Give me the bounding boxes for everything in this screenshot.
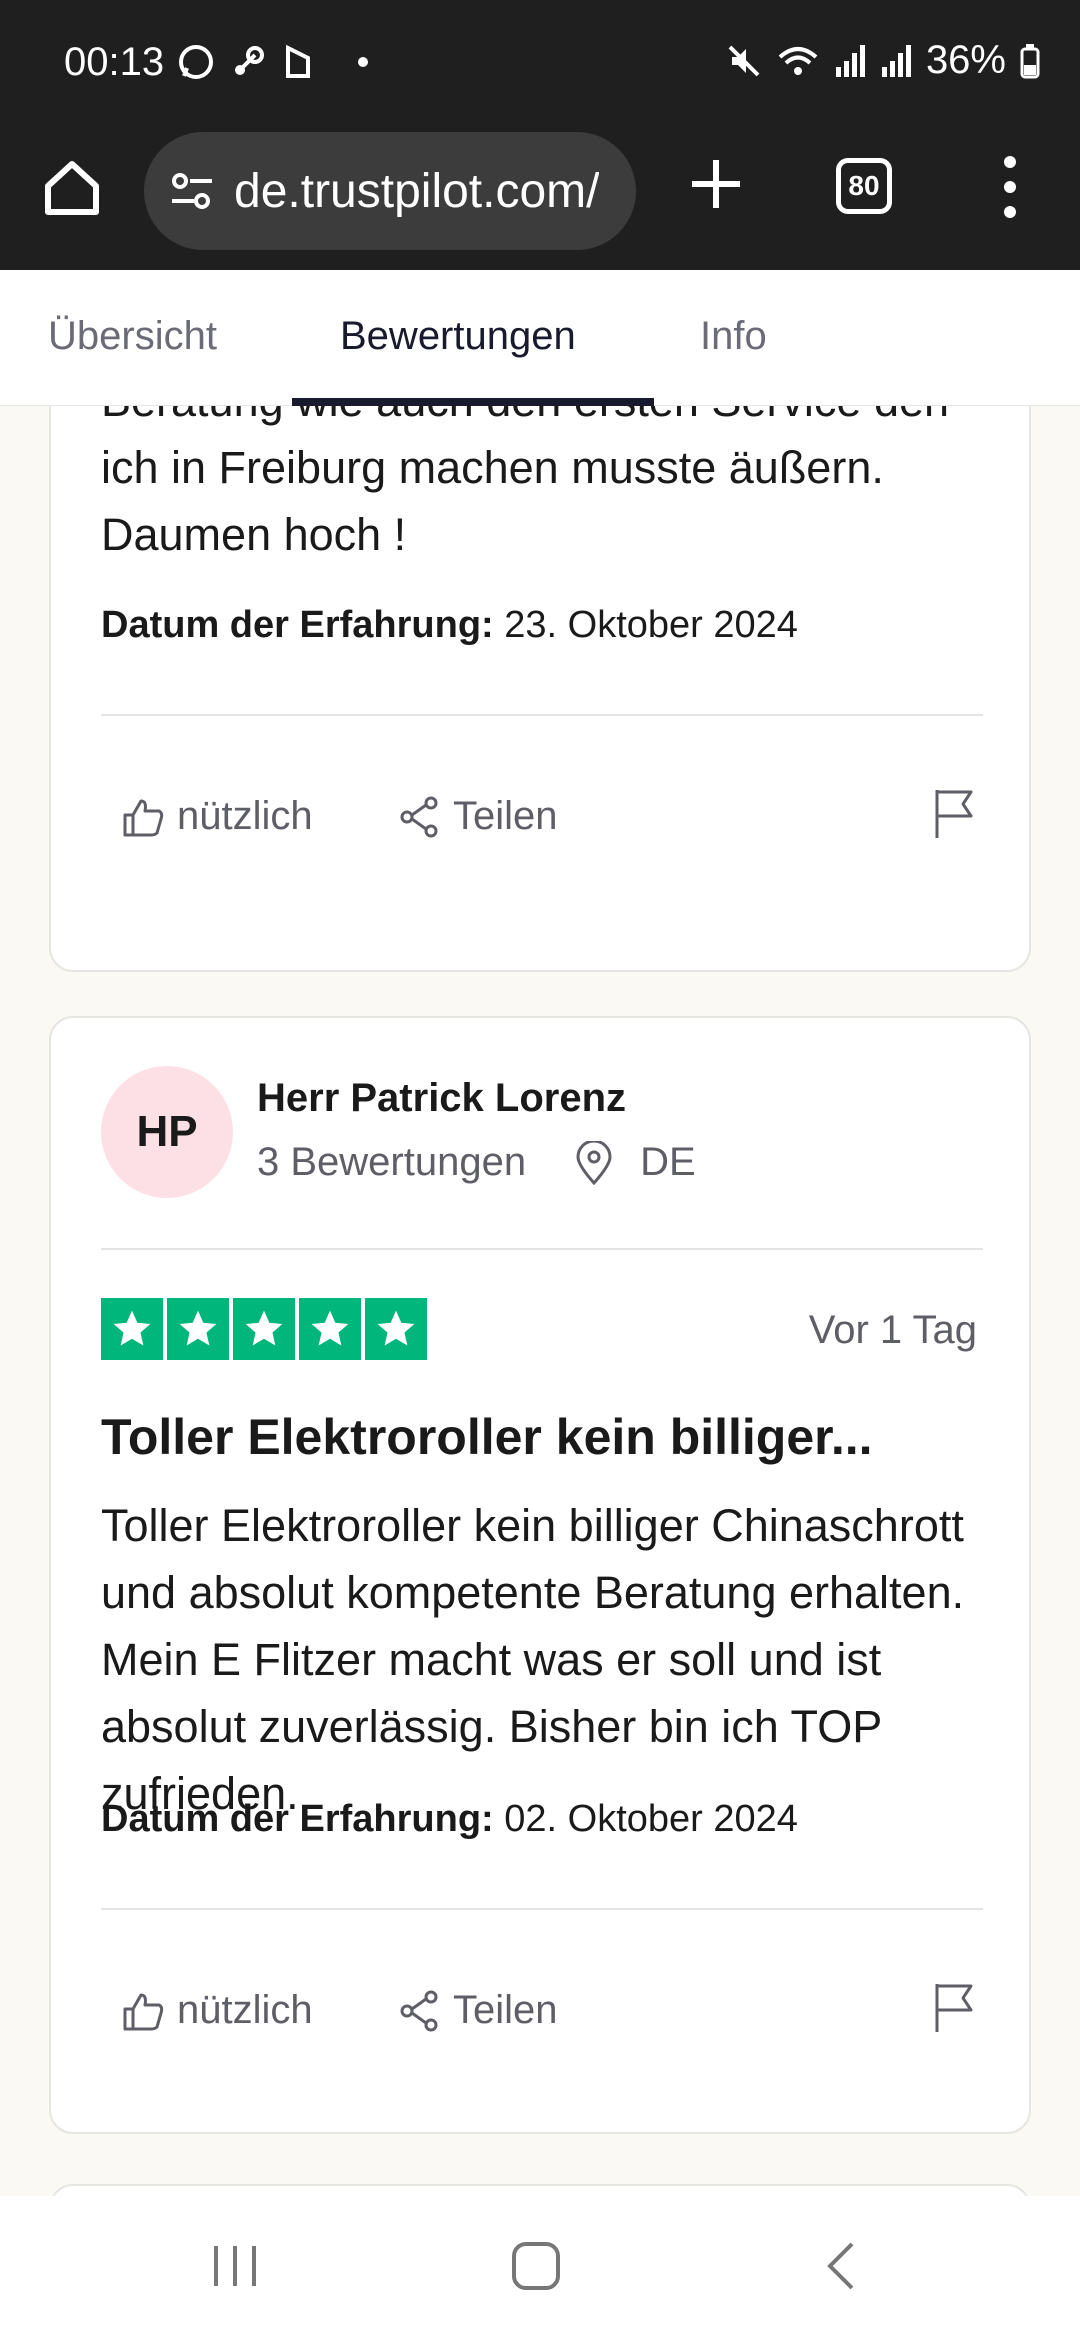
reviewer-name[interactable]: Herr Patrick Lorenz (257, 1076, 626, 1121)
more-notifications-dot (358, 57, 368, 67)
review-body: einfach nur positiv über den Kauf die Be… (101, 406, 949, 560)
page-tabs: Übersicht Bewertungen Info (0, 270, 1080, 406)
experience-date-value: 02. Oktober 2024 (504, 1798, 798, 1840)
thumbs-up-icon (123, 799, 164, 836)
star-icon (233, 1298, 295, 1360)
experience-date-label: Datum der Erfahrung: (101, 1798, 494, 1840)
whatsapp-icon (179, 45, 213, 79)
divider (101, 714, 983, 716)
system-status: 36% (726, 38, 1040, 83)
home-icon[interactable] (40, 156, 104, 220)
report-flag-icon[interactable] (933, 788, 977, 840)
thumbs-up-icon (123, 1993, 164, 2030)
address-bar[interactable]: de.trustpilot.com/ (144, 132, 636, 250)
review-title[interactable]: Toller Elektroroller kein billiger... (101, 1408, 981, 1466)
home-nav-icon[interactable] (510, 2240, 562, 2292)
review-card: HP Herr Patrick Lorenz 3 Bewertungen DE … (49, 1016, 1031, 2134)
new-tab-icon[interactable] (684, 152, 748, 216)
helpful-button[interactable]: nützlich (121, 1988, 313, 2033)
share-label: Teilen (453, 794, 558, 838)
tab-info[interactable]: Info (700, 314, 767, 359)
review-count: 3 Bewertungen (257, 1140, 527, 1184)
share-button[interactable]: Teilen (397, 1988, 558, 2033)
location-pin-icon (576, 1140, 612, 1185)
avatar[interactable]: HP (101, 1066, 233, 1198)
review-card (49, 2184, 1031, 2196)
star-rating (101, 1298, 427, 1360)
wifi-icon (778, 46, 818, 75)
share-icon (400, 1990, 438, 2031)
signal-icon (835, 44, 865, 77)
signal-icon-2 (881, 44, 911, 77)
steam-icon (235, 46, 264, 75)
helpful-button[interactable]: nützlich (121, 794, 313, 839)
star-icon (167, 1298, 229, 1360)
experience-date-value: 23. Oktober 2024 (504, 604, 798, 646)
notification-icons (176, 42, 368, 82)
share-button[interactable]: Teilen (397, 794, 558, 839)
experience-date-label: Datum der Erfahrung: (101, 604, 494, 646)
battery-icon (1020, 43, 1040, 78)
back-icon[interactable] (822, 2240, 858, 2292)
tab-switcher-button[interactable]: 80 (836, 158, 892, 214)
share-label: Teilen (453, 1988, 558, 2032)
reviewer-meta: 3 Bewertungen DE (257, 1140, 696, 1185)
star-icon (299, 1298, 361, 1360)
more-options-icon[interactable] (990, 152, 1030, 222)
tab-overview[interactable]: Übersicht (48, 314, 217, 359)
site-settings-icon[interactable] (168, 167, 216, 215)
recent-apps-icon[interactable] (210, 2240, 260, 2292)
browser-toolbar: de.trustpilot.com/ 80 (0, 128, 1080, 270)
review-card: einfach nur positiv über den Kauf die Be… (49, 406, 1031, 972)
mute-icon (728, 45, 760, 76)
tab-reviews[interactable]: Bewertungen (340, 314, 576, 359)
star-icon (365, 1298, 427, 1360)
active-tab-indicator (292, 398, 654, 406)
system-navigation-bar (0, 2196, 1080, 2340)
experience-date: Datum der Erfahrung: 02. Oktober 2024 (101, 1798, 798, 1841)
star-icon (101, 1298, 163, 1360)
review-age: Vor 1 Tag (808, 1308, 977, 1352)
status-time: 00:13 (64, 40, 165, 84)
divider (101, 1908, 983, 1910)
url-text: de.trustpilot.com/ (234, 164, 600, 218)
app-notification-icon (286, 44, 310, 78)
review-body: Toller Elektroroller kein billiger China… (101, 1500, 965, 1819)
divider (101, 1248, 983, 1250)
helpful-label: nützlich (177, 794, 313, 838)
battery-level: 36% (925, 38, 1006, 82)
helpful-label: nützlich (177, 1988, 313, 2032)
reviewer-country: DE (640, 1140, 696, 1184)
share-icon (400, 796, 438, 837)
experience-date: Datum der Erfahrung: 23. Oktober 2024 (101, 604, 798, 647)
reviews-list[interactable]: einfach nur positiv über den Kauf die Be… (0, 406, 1080, 2196)
report-flag-icon[interactable] (933, 1982, 977, 2034)
status-bar: 00:13 36% (0, 0, 1080, 128)
